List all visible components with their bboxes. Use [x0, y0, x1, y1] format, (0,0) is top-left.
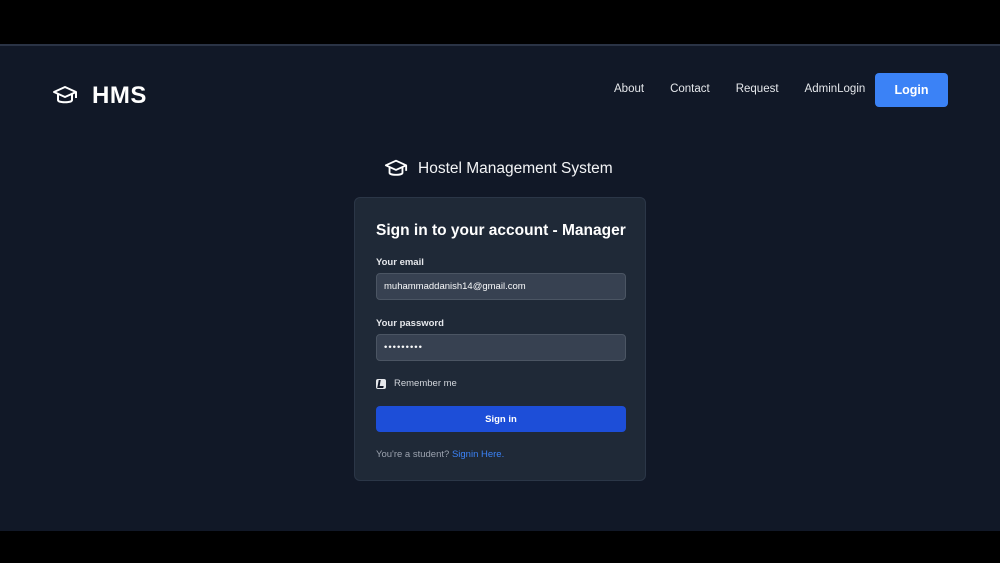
remember-me[interactable]: Remember me: [376, 378, 457, 389]
password-label: Your password: [376, 318, 444, 329]
system-title-text: Hostel Management System: [418, 160, 613, 177]
nav-link-contact[interactable]: Contact: [670, 83, 710, 95]
email-label: Your email: [376, 257, 424, 268]
brand-name: HMS: [92, 82, 147, 109]
graduation-cap-icon: [53, 86, 77, 104]
graduation-cap-icon: [384, 159, 408, 176]
system-title: Hostel Management System: [384, 157, 613, 181]
email-input[interactable]: [376, 273, 626, 300]
student-signin-link[interactable]: Signin Here.: [452, 449, 504, 460]
signin-button[interactable]: Sign in: [376, 406, 626, 432]
app-frame: HMS About Contact Request AdminLogin Log…: [0, 44, 1000, 531]
brand[interactable]: HMS: [52, 82, 147, 110]
signin-card: Sign in to your account - Manager Your e…: [354, 197, 646, 481]
login-button[interactable]: Login: [875, 73, 948, 107]
nav-link-request[interactable]: Request: [736, 83, 779, 95]
navbar: HMS About Contact Request AdminLogin Log…: [0, 46, 1000, 142]
password-input[interactable]: [376, 334, 626, 361]
form-title: Sign in to your account - Manager: [376, 222, 626, 239]
nav-links: About Contact Request AdminLogin: [614, 83, 865, 95]
nav-link-about[interactable]: About: [614, 83, 644, 95]
remember-label: Remember me: [394, 378, 457, 389]
remember-checkbox[interactable]: [376, 378, 386, 389]
student-signin-prompt: You're a student? Signin Here.: [376, 449, 504, 460]
nav-link-adminlogin[interactable]: AdminLogin: [805, 83, 866, 95]
student-prompt-text: You're a student?: [376, 449, 450, 460]
